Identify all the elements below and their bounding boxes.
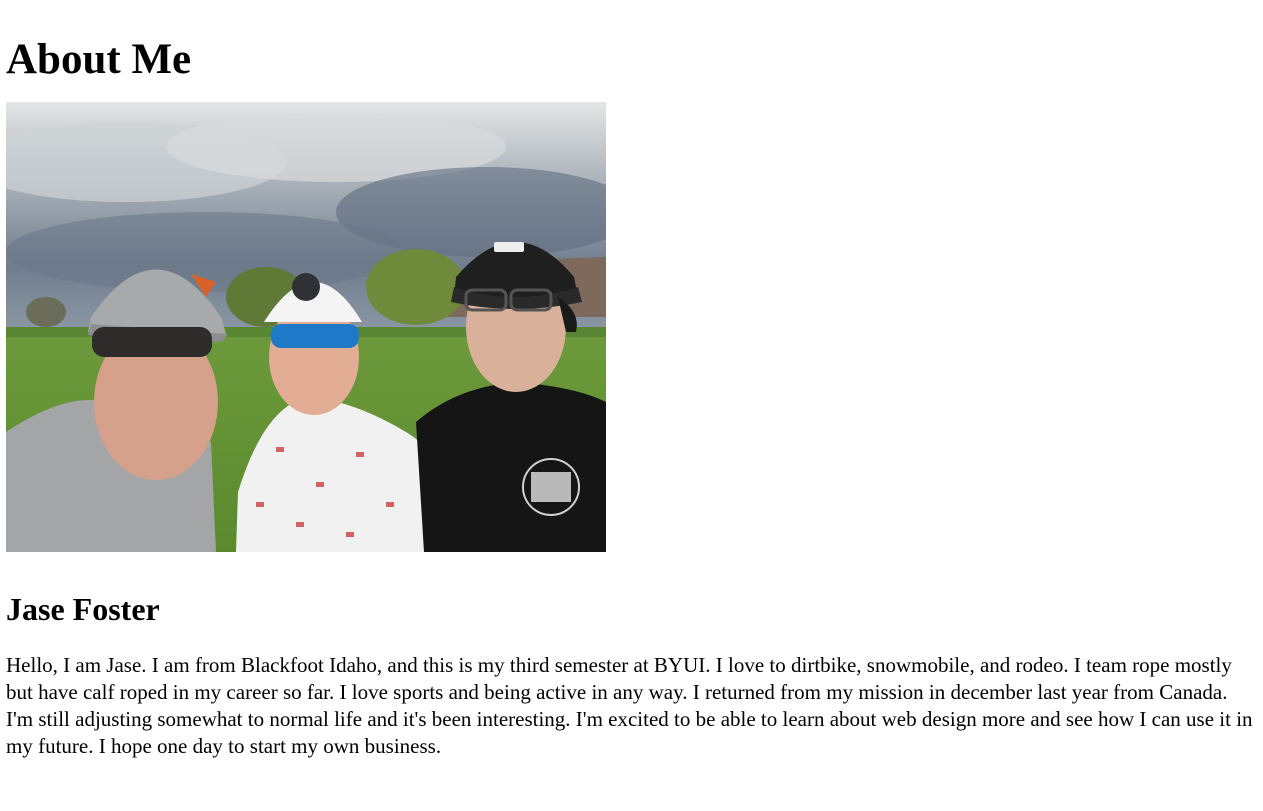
selfie-golf-course-image <box>6 101 606 552</box>
page-title: About Me <box>6 36 192 83</box>
profile-photo <box>6 101 606 552</box>
person-name: Jase Foster <box>6 590 160 627</box>
bio-paragraph: Hello, I am Jase. I am from Blackfoot Id… <box>6 652 1253 758</box>
